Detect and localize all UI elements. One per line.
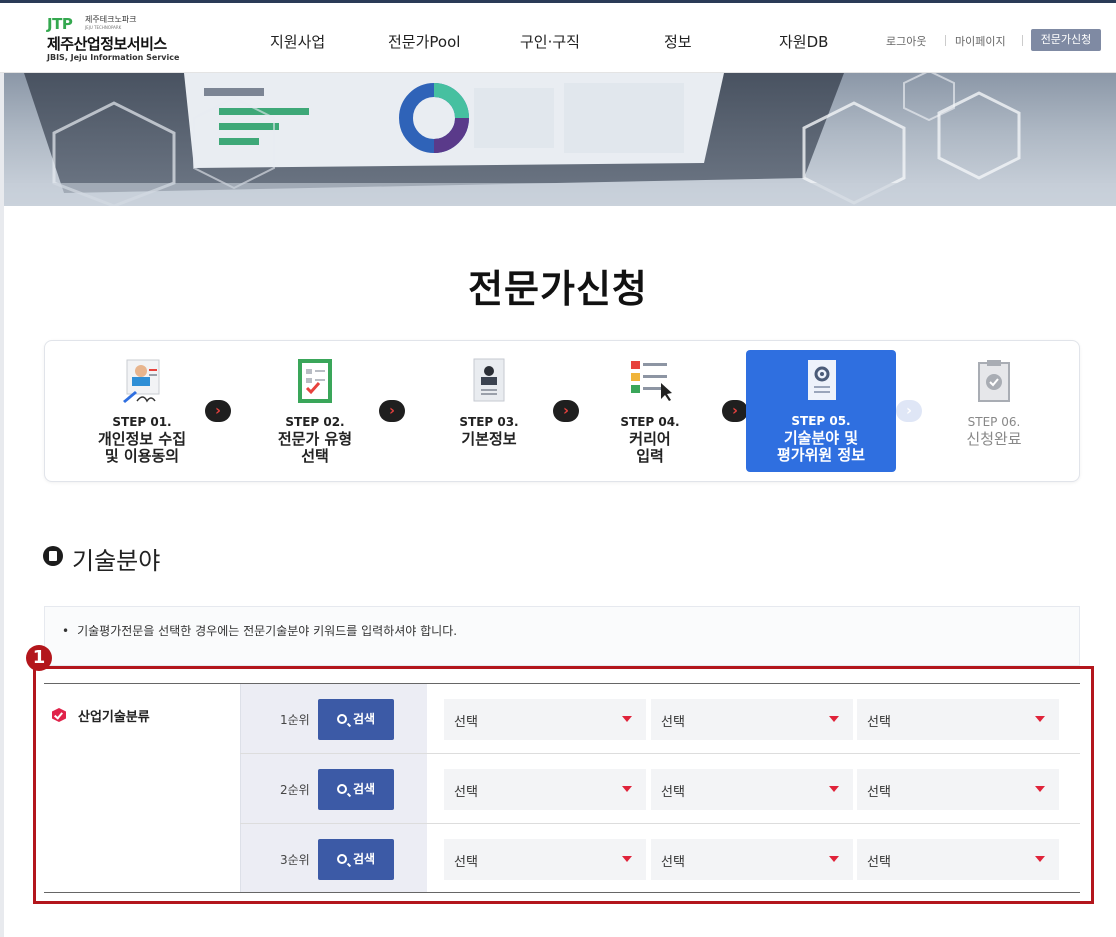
step-arrow-icon: › xyxy=(205,400,231,422)
person-document-icon xyxy=(123,359,160,403)
nav-support-program[interactable]: 지원사업 xyxy=(270,31,325,52)
util-divider xyxy=(1022,35,1023,46)
step-label: 전문가 유형 선택 xyxy=(277,430,353,465)
logout-link[interactable]: 로그아웃 xyxy=(886,33,926,49)
mypage-link[interactable]: 마이페이지 xyxy=(955,33,1006,49)
logo-park-name: 제주테크노파크 xyxy=(85,15,137,24)
notice-text: 기술평가전문을 선택한 경우에는 전문기술분야 키워드를 입력하셔야 합니다. xyxy=(62,622,457,639)
step-label: 기술분야 및 평가위원 정보 xyxy=(776,429,866,464)
annotation-number-badge: 1 xyxy=(26,645,52,671)
step-label: 커리어 입력 xyxy=(629,430,671,465)
step-number: STEP 05. xyxy=(791,414,851,428)
step-arrow-icon: › xyxy=(722,400,748,422)
step-number: STEP 01. xyxy=(112,415,172,429)
logo-park-sub: JEJU TECHNOPARK xyxy=(85,25,122,30)
step-03: STEP 03. 기본정보 xyxy=(414,341,564,481)
logo-brand: JTP xyxy=(47,15,73,33)
step-number: STEP 02. xyxy=(285,415,345,429)
nav-jobs[interactable]: 구인·구직 xyxy=(520,31,580,52)
step-02: STEP 02. 전문가 유형 선택 xyxy=(240,341,390,481)
step-04: STEP 04. 커리어 입력 xyxy=(575,341,725,481)
step-number: STEP 04. xyxy=(620,415,680,429)
page-title: 전문가신청 xyxy=(468,267,648,311)
logo-service-name: 제주산업정보서비스 xyxy=(47,35,167,53)
logo-service-sub: JBIS, Jeju Information Service xyxy=(47,53,180,62)
step-01: STEP 01. 개인정보 수집 및 이용동의 xyxy=(67,341,217,481)
checklist-icon xyxy=(298,359,332,403)
list-cursor-icon xyxy=(631,361,672,401)
step-arrow-icon: › xyxy=(379,400,405,422)
gear-document-icon xyxy=(808,360,836,400)
expert-apply-button[interactable]: 전문가신청 xyxy=(1031,29,1101,51)
step-progress: STEP 01. 개인정보 수집 및 이용동의 › STEP 02. 전문가 유… xyxy=(44,340,1080,482)
section-title: 기술분야 xyxy=(72,547,161,575)
nav-info[interactable]: 정보 xyxy=(664,31,692,52)
step-number: STEP 06. xyxy=(967,415,1021,429)
util-divider xyxy=(945,35,946,46)
hero-banner-image xyxy=(4,73,1116,206)
step-label: 개인정보 수집 및 이용동의 xyxy=(97,430,187,465)
site-logo[interactable]: JTP 제주테크노파크 JEJU TECHNOPARK 제주산업정보서비스 JB… xyxy=(47,15,207,65)
notice-box: 기술평가전문을 선택한 경우에는 전문기술분야 키워드를 입력하셔야 합니다. xyxy=(44,606,1080,666)
step-05-active: STEP 05. 기술분야 및 평가위원 정보 xyxy=(746,350,896,472)
step-number: STEP 03. xyxy=(459,415,519,429)
annotation-highlight-box xyxy=(33,666,1094,904)
document-bullet-icon xyxy=(43,546,63,566)
nav-resource-db[interactable]: 자원DB xyxy=(779,31,828,52)
step-label: 신청완료 xyxy=(966,430,1022,448)
step-label: 기본정보 xyxy=(461,430,517,448)
step-06: STEP 06. 신청완료 xyxy=(919,341,1069,481)
hero-laptop-illustration xyxy=(4,73,1116,206)
nav-expert-pool[interactable]: 전문가Pool xyxy=(388,31,460,52)
site-header: JTP 제주테크노파크 JEJU TECHNOPARK 제주산업정보서비스 JB… xyxy=(0,3,1116,73)
clipboard-check-icon xyxy=(978,360,1010,402)
profile-document-icon xyxy=(473,358,505,402)
